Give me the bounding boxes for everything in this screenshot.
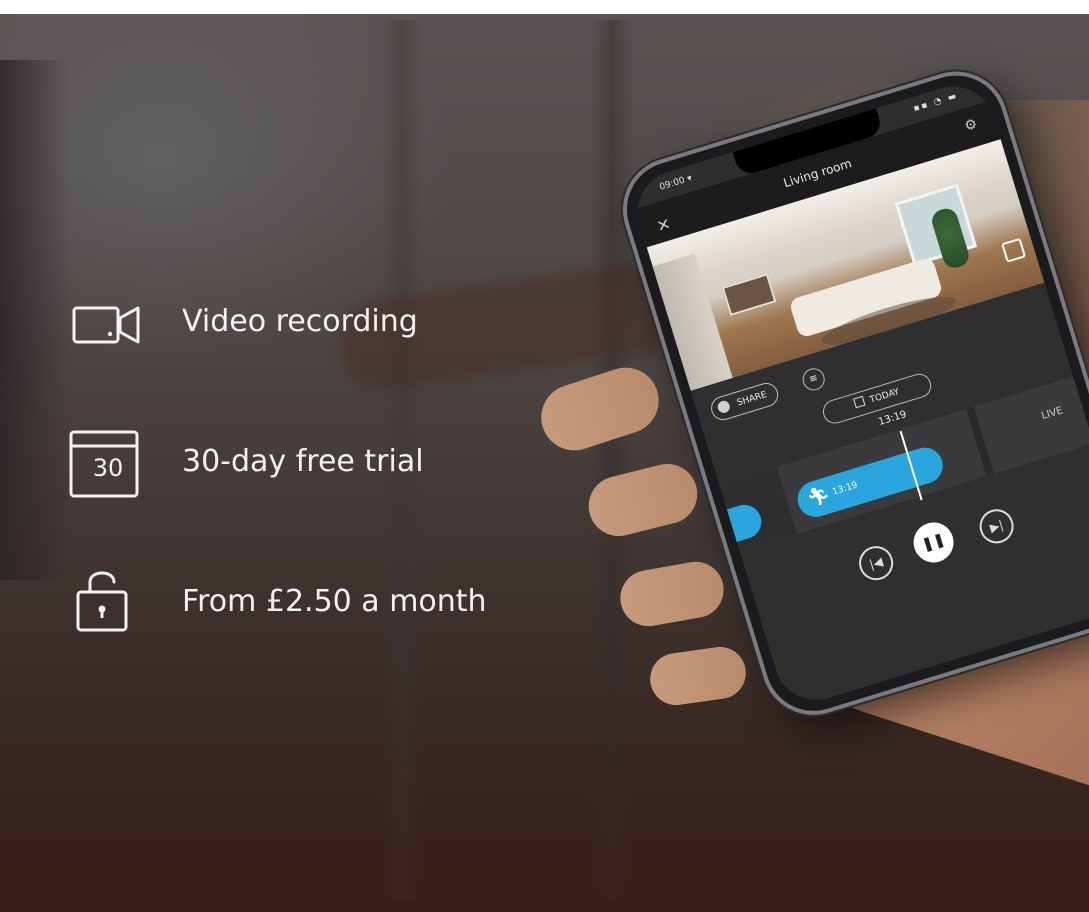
previous-event-button[interactable]: |◀ [854,541,898,585]
calendar-icon [852,395,866,409]
timeline-segment [966,406,995,477]
unlocked-padlock-icon [76,571,128,632]
feature-list: Video recording 30 30-day free trial Fro… [0,0,600,912]
share-button[interactable]: SHARE [708,380,781,424]
date-label: TODAY [868,387,901,406]
video-camera-icon [72,306,140,344]
pause-button[interactable]: ❚❚ [908,517,959,568]
event-time: 13:19 [831,480,859,498]
motion-person-icon: 🏃︎ [804,483,833,510]
more-options-button[interactable]: ≡ [799,365,828,394]
room-painting [721,273,777,316]
feature-label: 30-day free trial [182,444,424,479]
calendar-number: 30 [92,454,124,482]
live-label[interactable]: LIVE [1040,405,1064,422]
fullscreen-icon[interactable] [1001,237,1027,263]
share-label: SHARE [735,390,769,409]
motion-event[interactable]: 🏃︎ 13:19 [793,443,948,522]
feature-label: From £2.50 a month [182,584,487,619]
next-event-button[interactable]: ▶| [975,505,1018,548]
signal-wifi-battery-icon: ▪▪ ◔ ▬ [912,90,960,115]
status-time: 09:00 ▾ [658,173,694,193]
share-icon [716,399,732,415]
feature-label: Video recording [182,304,418,339]
